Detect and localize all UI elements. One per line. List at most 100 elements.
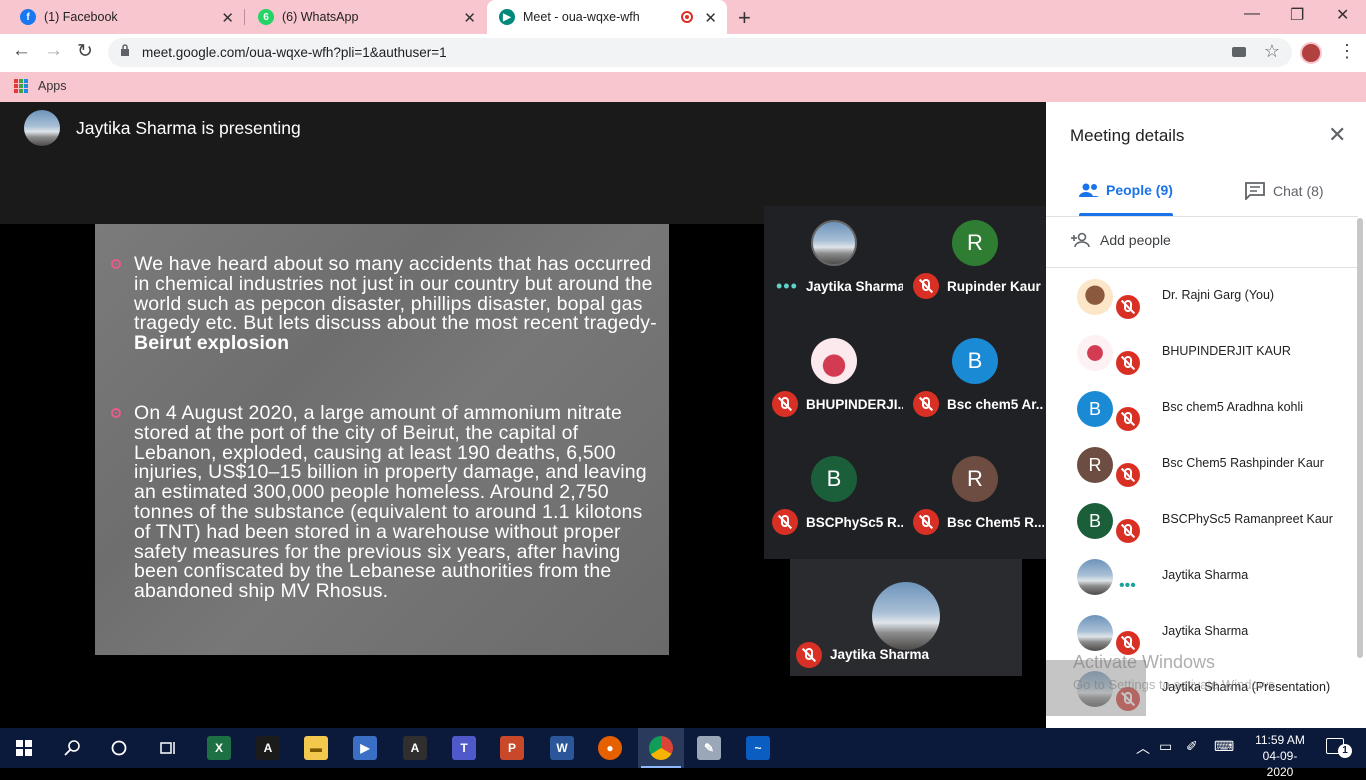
close-tab-icon[interactable]: ✕ — [704, 9, 717, 27]
participant-avatar: R — [952, 456, 998, 502]
apps-bookmark[interactable]: Apps — [38, 79, 67, 93]
forward-icon[interactable]: → — [44, 40, 63, 62]
chrome-icon[interactable] — [649, 736, 673, 760]
photos-icon[interactable]: ~ — [746, 736, 770, 760]
mic-off-icon — [1116, 407, 1140, 431]
participant-grid: ••• Jaytika Sharma R Rupinder Kaur BHUPI… — [764, 206, 1046, 559]
camera-icon[interactable] — [1232, 47, 1246, 57]
tab-people-label: People (9) — [1106, 182, 1173, 198]
profile-avatar[interactable] — [1300, 42, 1322, 64]
mic-off-icon — [913, 273, 939, 299]
windows-start-icon[interactable] — [16, 740, 32, 756]
mic-off-icon — [772, 391, 798, 417]
acrobat-icon[interactable]: A — [256, 736, 280, 760]
participant-name: Bsc chem5 Aradhna kohli — [1162, 400, 1304, 414]
tab-chat-label: Chat (8) — [1273, 183, 1324, 199]
windows-taskbar: X A ▬ ▶ A T P W ● ✎ ~ ︿ ▭ ✐ ⌨ 11:59 AM 0… — [0, 728, 1366, 779]
pen-icon[interactable]: ✐ — [1186, 738, 1198, 755]
mic-off-icon — [796, 642, 822, 668]
panel-scrollbar[interactable] — [1357, 218, 1363, 658]
participant-tile[interactable]: R Bsc Chem5 R... — [905, 442, 1046, 560]
tab-whatsapp[interactable]: 6 (6) WhatsApp ✕ — [244, 0, 486, 34]
participant-avatar — [811, 220, 857, 266]
close-panel-icon[interactable]: ✕ — [1328, 122, 1346, 148]
url-text: meet.google.com/oua-wqxe-wfh?pli=1&authu… — [142, 45, 447, 60]
add-people-label: Add people — [1100, 232, 1171, 248]
close-window-icon[interactable]: ✕ — [1336, 5, 1349, 25]
bookmarks-bar: Apps — [0, 72, 1366, 102]
back-icon[interactable]: ← — [12, 40, 31, 62]
minimize-icon[interactable]: — — [1244, 5, 1260, 23]
participant-row[interactable]: B Bsc chem5 Aradhna kohli — [1046, 381, 1358, 437]
participant-row[interactable]: BHUPINDERJIT KAUR — [1046, 325, 1358, 381]
presenter-avatar — [24, 110, 60, 146]
reload-icon[interactable]: ↻ — [77, 40, 93, 63]
chat-icon — [1245, 182, 1265, 200]
teams-icon[interactable]: T — [452, 736, 476, 760]
search-icon[interactable] — [64, 740, 80, 756]
cortana-icon[interactable] — [111, 740, 127, 756]
menu-kebab-icon[interactable]: ⋮ — [1338, 41, 1356, 62]
pdf-reader-icon[interactable]: A — [403, 736, 427, 760]
tab-facebook[interactable]: f (1) Facebook ✕ — [0, 0, 244, 34]
task-view-icon[interactable] — [159, 740, 177, 756]
close-tab-icon[interactable]: ✕ — [463, 9, 476, 27]
clock-date: 04-09-2020 — [1262, 749, 1298, 779]
slide-paragraph-1-bold: Beirut explosion — [134, 332, 290, 355]
meet-stage: Jaytika Sharma is presenting We have hea… — [0, 102, 1046, 728]
address-bar[interactable]: meet.google.com/oua-wqxe-wfh?pli=1&authu… — [108, 38, 1292, 67]
tab-facebook-label: (1) Facebook — [44, 10, 118, 24]
participant-row[interactable]: Dr. Rajni Garg (You) — [1046, 269, 1358, 325]
excel-icon[interactable]: X — [207, 736, 231, 760]
battery-icon[interactable]: ▭ — [1159, 738, 1172, 755]
participant-tile[interactable]: R Rupinder Kaur — [905, 206, 1046, 324]
participant-name: Bsc chem5 Ar... — [947, 397, 1044, 412]
tab-people[interactable]: People (9) — [1078, 182, 1173, 198]
notification-count-badge: 1 — [1338, 744, 1352, 758]
participant-avatar — [1077, 615, 1113, 651]
participant-name: Jaytika Sharma — [1162, 624, 1249, 638]
self-avatar — [872, 582, 940, 650]
facebook-icon: f — [20, 9, 36, 25]
firefox-icon[interactable]: ● — [598, 736, 622, 760]
file-explorer-icon[interactable]: ▬ — [304, 736, 328, 760]
participant-tile[interactable]: ••• Jaytika Sharma — [764, 206, 905, 324]
apps-grid-icon[interactable] — [14, 79, 28, 93]
restore-icon[interactable]: ❐ — [1290, 5, 1304, 25]
participant-avatar: B — [1077, 503, 1113, 539]
word-icon[interactable]: W — [550, 736, 574, 760]
new-tab-icon[interactable]: + — [738, 5, 751, 31]
participant-avatar — [1077, 559, 1113, 595]
bookmark-star-icon[interactable]: ☆ — [1264, 41, 1280, 62]
participant-row[interactable]: B BSCPhySc5 Ramanpreet Kaur — [1046, 493, 1358, 549]
add-people-button[interactable]: Add people — [1070, 232, 1171, 248]
media-player-icon[interactable]: ▶ — [353, 736, 377, 760]
participant-row[interactable]: ••• Jaytika Sharma — [1046, 549, 1358, 605]
participant-tile[interactable]: B Bsc chem5 Ar... — [905, 324, 1046, 442]
chevron-up-icon[interactable]: ︿ — [1136, 738, 1150, 758]
close-tab-icon[interactable]: ✕ — [221, 9, 234, 27]
system-clock[interactable]: 11:59 AM 04-09-2020 — [1250, 732, 1310, 780]
lock-icon — [121, 44, 129, 56]
speaking-dots-icon: ••• — [1119, 577, 1136, 594]
powerpoint-icon[interactable]: P — [500, 736, 524, 760]
participant-name: Bsc Chem5 R... — [947, 515, 1044, 530]
tab-chat[interactable]: Chat (8) — [1245, 182, 1324, 200]
bullet-icon — [111, 259, 121, 269]
participant-row[interactable]: R Bsc Chem5 Rashpinder Kaur — [1046, 437, 1358, 493]
tab-meet[interactable]: ▶ Meet - oua-wqxe-wfh ✕ — [487, 0, 727, 34]
panel-divider — [1046, 267, 1358, 268]
slide-paragraph-1-text: We have heard about so many accidents th… — [134, 253, 657, 335]
activate-windows-hint: Go to Settings to activate Windows. — [1073, 677, 1279, 692]
tabs-divider — [1046, 216, 1358, 217]
paint-icon[interactable]: ✎ — [697, 736, 721, 760]
participant-name: Jaytika Sharma — [806, 279, 903, 294]
keyboard-icon[interactable]: ⌨ — [1214, 738, 1234, 755]
mic-off-icon — [1116, 295, 1140, 319]
panel-title: Meeting details — [1070, 126, 1185, 145]
self-view-tile[interactable]: Jaytika Sharma — [790, 559, 1022, 676]
speaking-dots-icon: ••• — [776, 276, 798, 296]
participant-name: BSCPhySc5 Ramanpreet Kaur — [1162, 512, 1333, 526]
participant-tile[interactable]: BHUPINDERJI... — [764, 324, 905, 442]
participant-tile[interactable]: B BSCPhySc5 R... — [764, 442, 905, 560]
